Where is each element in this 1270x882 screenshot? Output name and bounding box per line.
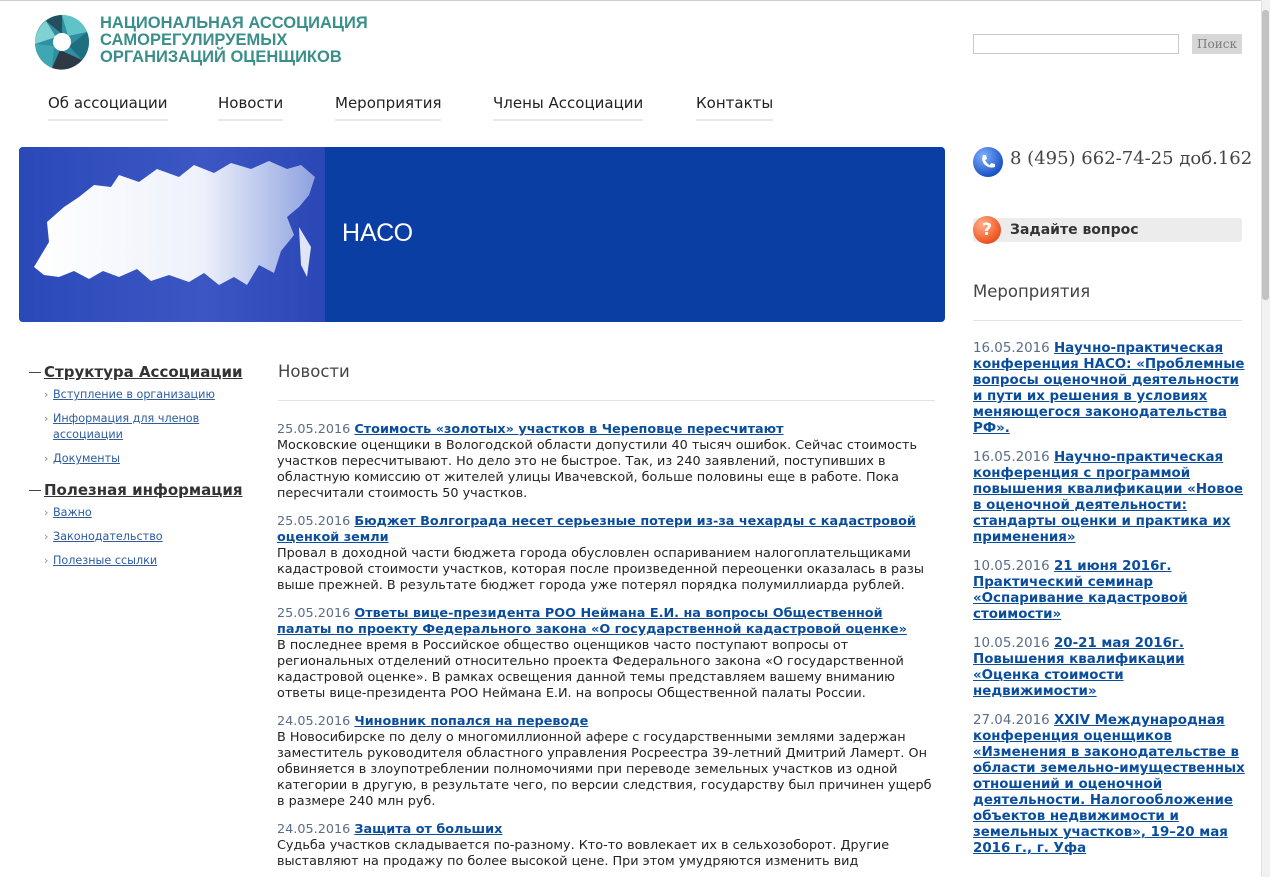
chevron-right-icon: › bbox=[44, 388, 49, 401]
event-date: 10.05.2016 bbox=[973, 559, 1050, 574]
sidebar-link[interactable]: Вступление в организацию bbox=[53, 388, 215, 401]
sidebar-list: › Вступление в организацию › Информация дл… bbox=[29, 387, 269, 467]
news-link[interactable]: Ответы вице-президента РОО Неймана Е.И. … bbox=[277, 606, 907, 637]
divider bbox=[973, 320, 1242, 321]
chevron-right-icon: › bbox=[44, 452, 49, 465]
logo-line: НАЦИОНАЛЬНАЯ АССОЦИАЦИЯ bbox=[100, 14, 368, 32]
event-date: 16.05.2016 bbox=[973, 341, 1050, 356]
sidebar-item: › Полезные ссылки bbox=[44, 553, 269, 569]
event-item: 16.05.2016 Научно-практическая конференц… bbox=[973, 450, 1248, 546]
news-date: 24.05.2016 bbox=[277, 822, 351, 837]
news-heading: Новости bbox=[278, 362, 350, 381]
phone-icon bbox=[973, 147, 1003, 177]
event-item: 10.05.2016 20-21 мая 2016г. Повышения кв… bbox=[973, 636, 1248, 700]
sidebar-group-title[interactable]: Полезная информация bbox=[44, 481, 243, 499]
search-input[interactable] bbox=[973, 34, 1179, 54]
dash-icon bbox=[29, 489, 41, 491]
news-link[interactable]: Защита от больших bbox=[354, 822, 502, 837]
event-date: 16.05.2016 bbox=[973, 450, 1050, 465]
sidebar-group-header: Полезная информация bbox=[29, 481, 269, 499]
logo-text: НАЦИОНАЛЬНАЯ АССОЦИАЦИЯ САМОРЕГУЛИРУЕМЫХ… bbox=[100, 15, 368, 66]
sidebar-link[interactable]: Информация для членов ассоциации bbox=[53, 412, 199, 441]
chevron-right-icon: › bbox=[44, 412, 49, 425]
news-item: 24.05.2016 Чиновник попался на переводе В… bbox=[277, 714, 937, 810]
events-heading: Мероприятия bbox=[973, 282, 1091, 301]
russia-map-icon bbox=[34, 161, 315, 285]
sidebar-link[interactable]: Документы bbox=[53, 452, 120, 465]
question-icon: ? bbox=[973, 216, 1001, 244]
logo-aperture-icon bbox=[34, 15, 89, 70]
top-border bbox=[0, 0, 1270, 1]
logo-line: САМОРЕГУЛИРУЕМЫХ bbox=[100, 31, 288, 49]
news-link[interactable]: Бюджет Волгограда несет серьезные потери… bbox=[277, 514, 916, 545]
sidebar-link[interactable]: Важно bbox=[53, 506, 92, 519]
scrollbar-thumb[interactable] bbox=[1262, 10, 1269, 300]
news-text: Судьба участков складывается по-разному.… bbox=[277, 838, 890, 869]
news-item: 25.05.2016 Бюджет Волгограда несет серье… bbox=[277, 514, 937, 594]
news-item: 25.05.2016 Ответы вице-президента РОО Не… bbox=[277, 606, 937, 702]
event-date: 27.04.2016 bbox=[973, 713, 1050, 728]
sidebar-group-title[interactable]: Структура Ассоциации bbox=[44, 363, 243, 381]
dash-icon bbox=[29, 371, 41, 373]
logo[interactable]: НАЦИОНАЛЬНАЯ АССОЦИАЦИЯ САМОРЕГУЛИРУЕМЫХ… bbox=[32, 12, 368, 74]
sidebar-item: › Вступление в организацию bbox=[44, 387, 269, 403]
event-item: 27.04.2016 XXIV Международная конференци… bbox=[973, 713, 1248, 857]
news-text: В последнее время в Российское общество … bbox=[277, 638, 904, 701]
sidebar-list: › Важно › Законодательство › Полезные ссылк… bbox=[29, 505, 269, 569]
news-text: В Новосибирске по делу о многомиллионной… bbox=[277, 730, 932, 809]
logo-line: ОРГАНИЗАЦИЙ ОЦЕНЩИКОВ bbox=[100, 48, 342, 66]
news-link[interactable]: Стоимость «золотых» участков в Череповце… bbox=[354, 422, 783, 437]
nav-item-contacts[interactable]: Контакты bbox=[696, 94, 774, 121]
event-link[interactable]: XXIV Международная конференция оценщиков… bbox=[973, 713, 1245, 856]
news-link[interactable]: Чиновник попался на переводе bbox=[354, 714, 588, 729]
sidebar-group-header: Структура Ассоциации bbox=[29, 363, 269, 381]
phone-glyph-icon bbox=[982, 155, 995, 168]
news-list: 25.05.2016 Стоимость «золотых» участков … bbox=[277, 422, 937, 882]
news-date: 25.05.2016 bbox=[277, 514, 351, 529]
chevron-right-icon: › bbox=[44, 506, 49, 519]
nav-item-events[interactable]: Мероприятия bbox=[335, 94, 442, 121]
news-text: Провал в доходной части бюджета города о… bbox=[277, 546, 924, 593]
chevron-right-icon: › bbox=[44, 530, 49, 543]
nav-item-news[interactable]: Новости bbox=[218, 94, 284, 121]
sidebar-item: › Документы bbox=[44, 451, 269, 467]
sidebar-item: › Важно bbox=[44, 505, 269, 521]
events-list: 16.05.2016 Научно-практическая конференц… bbox=[973, 341, 1248, 870]
news-date: 25.05.2016 bbox=[277, 422, 351, 437]
search-button[interactable]: Поиск bbox=[1192, 34, 1242, 54]
event-item: 10.05.2016 21 июня 2016г. Практический с… bbox=[973, 559, 1248, 623]
sidebar-group: Полезная информация › Важно › Законодатель… bbox=[29, 481, 269, 569]
divider bbox=[278, 400, 935, 401]
news-date: 25.05.2016 bbox=[277, 606, 351, 621]
nav-item-members[interactable]: Члены Ассоциации bbox=[493, 94, 644, 121]
hero-banner: НАСО bbox=[19, 147, 945, 322]
sidebar-link[interactable]: Полезные ссылки bbox=[53, 554, 157, 567]
event-date: 10.05.2016 bbox=[973, 636, 1050, 651]
sidebar-link[interactable]: Законодательство bbox=[53, 530, 163, 543]
news-text: Московские оценщики в Вологодской област… bbox=[277, 438, 918, 501]
news-item: 24.05.2016 Защита от больших Судьба участ… bbox=[277, 822, 937, 870]
chevron-right-icon: › bbox=[44, 554, 49, 567]
phone-number: 8 (495) 662-74-25 доб.162 bbox=[1010, 148, 1253, 169]
sidebar: Структура Ассоциации › Вступление в орган… bbox=[29, 363, 269, 583]
nav-item-about[interactable]: Об ассоциации bbox=[48, 94, 168, 121]
event-item: 16.05.2016 Научно-практическая конференц… bbox=[973, 341, 1248, 437]
news-date: 24.05.2016 bbox=[277, 714, 351, 729]
sidebar-group: Структура Ассоциации › Вступление в орган… bbox=[29, 363, 269, 467]
sidebar-item: › Законодательство bbox=[44, 529, 269, 545]
banner-title: НАСО bbox=[342, 219, 414, 247]
ask-question-label[interactable]: Задайте вопрос bbox=[1010, 222, 1139, 238]
sidebar-item: › Информация для членов ассоциации bbox=[44, 411, 269, 443]
news-item: 25.05.2016 Стоимость «золотых» участков … bbox=[277, 422, 937, 502]
